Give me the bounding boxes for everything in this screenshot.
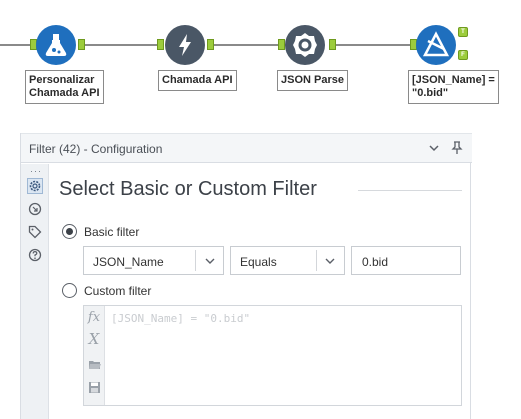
true-output-anchor[interactable]: T <box>458 27 468 37</box>
connection-line <box>331 44 410 46</box>
output-anchor[interactable] <box>207 39 214 50</box>
formula-tool-icon[interactable] <box>36 25 76 65</box>
download-tool-icon[interactable] <box>165 25 205 65</box>
open-folder-icon[interactable] <box>86 355 102 373</box>
expression-editor[interactable]: fx X [JSON_Name] = "0.bid" <box>83 305 462 406</box>
section-title: Select Basic or Custom Filter <box>59 178 317 200</box>
tool-label-line: Chamada API <box>162 74 233 86</box>
tool-label-line: JSON Parse <box>281 74 344 86</box>
tool-label: JSON Parse <box>277 70 348 91</box>
panel-title: Filter (42) - Configuration <box>29 142 163 156</box>
expression-text: [JSON_Name] = "0.bid" <box>111 312 251 325</box>
field-dropdown[interactable]: JSON_Name <box>83 246 224 275</box>
custom-filter-label[interactable]: Custom filter <box>84 284 151 298</box>
connection-line <box>208 44 278 46</box>
basic-filter-radio[interactable] <box>62 224 77 239</box>
chevron-down-icon[interactable] <box>426 140 442 156</box>
annotation-icon[interactable] <box>27 201 43 217</box>
value-input-text: 0.bid <box>362 255 389 269</box>
dropdown-separator <box>195 250 196 271</box>
variable-icon[interactable]: X <box>86 330 102 348</box>
chevron-down-icon[interactable] <box>323 254 337 268</box>
basic-filter-label[interactable]: Basic filter <box>84 225 139 239</box>
tool-label-line: "0.bid" <box>412 87 449 99</box>
tool-label-line: Chamada API <box>29 87 100 99</box>
pin-icon[interactable] <box>449 140 465 156</box>
section-divider <box>358 190 462 191</box>
fx-icon[interactable]: fx <box>86 308 102 326</box>
output-anchor[interactable] <box>78 39 85 50</box>
tool-label-line: [JSON_Name] = <box>412 74 495 86</box>
filter-tool-icon[interactable] <box>416 25 456 65</box>
more-icon[interactable]: ··· <box>30 166 42 176</box>
tag-icon[interactable] <box>27 224 43 240</box>
workflow-canvas: Personalizar Chamada API Chamada API JSO… <box>0 0 521 122</box>
field-dropdown-value: JSON_Name <box>93 255 164 269</box>
settings-icon[interactable] <box>27 178 43 194</box>
chevron-down-icon[interactable] <box>203 254 217 268</box>
custom-filter-radio[interactable] <box>62 283 77 298</box>
operator-dropdown-value: Equals <box>240 255 277 269</box>
input-anchor[interactable] <box>278 39 285 50</box>
expression-toolbar: fx X <box>84 306 105 405</box>
connection-line <box>0 44 32 46</box>
panel-header: Filter (42) - Configuration <box>21 133 472 163</box>
help-icon[interactable] <box>27 247 43 263</box>
false-output-anchor[interactable]: F <box>458 50 468 60</box>
tool-label: Chamada API <box>158 70 237 91</box>
tool-label: [JSON_Name] = "0.bid" <box>408 70 499 104</box>
json-parse-tool-icon[interactable] <box>285 25 325 65</box>
value-input[interactable]: 0.bid <box>351 246 461 275</box>
save-icon[interactable] <box>86 378 102 396</box>
operator-dropdown[interactable]: Equals <box>230 246 345 275</box>
output-anchor[interactable] <box>329 39 336 50</box>
tool-label-line: Personalizar <box>29 74 95 86</box>
tool-label: Personalizar Chamada API <box>25 70 104 104</box>
panel-sidebar: ··· <box>21 164 49 419</box>
configuration-panel: Filter (42) - Configuration ··· Select B… <box>20 133 472 419</box>
dropdown-separator <box>316 250 317 271</box>
input-anchor[interactable] <box>157 39 164 50</box>
connection-line <box>84 44 158 46</box>
